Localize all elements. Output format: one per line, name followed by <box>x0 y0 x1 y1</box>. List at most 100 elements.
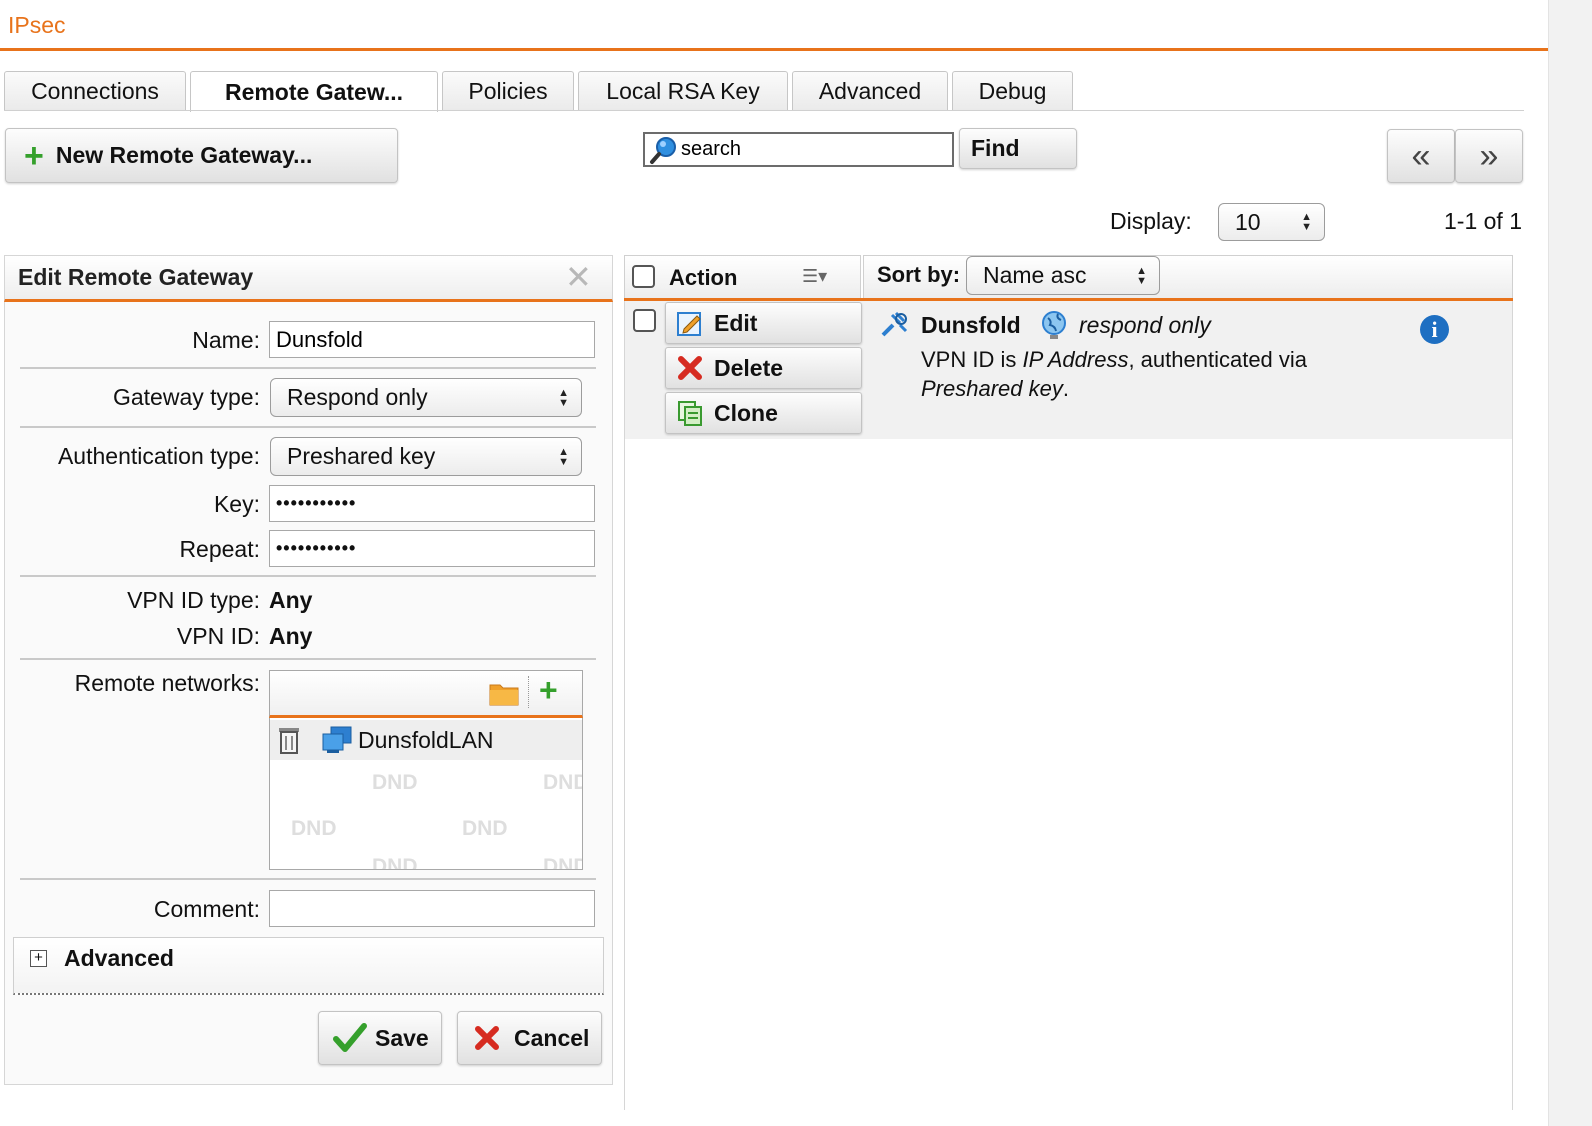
select-arrows-icon: ▲ ▼ <box>1136 264 1147 287</box>
sort-value: Name asc <box>983 262 1087 288</box>
cancel-button[interactable]: Cancel <box>457 1011 602 1065</box>
search-field[interactable] <box>643 132 954 167</box>
row-checkbox[interactable] <box>633 309 656 332</box>
double-chevron-left-icon: « <box>1411 136 1431 175</box>
network-item-label: DunsfoldLAN <box>358 727 494 753</box>
clone-icon <box>678 401 702 426</box>
divider <box>20 426 596 428</box>
trash-icon[interactable] <box>277 725 301 760</box>
gateway-mode: respond only <box>1079 312 1211 338</box>
repeat-label: Repeat: <box>179 536 260 562</box>
select-arrows-icon: ▲ ▼ <box>558 386 569 409</box>
edit-label: Edit <box>714 309 758 336</box>
key-field[interactable]: ••••••••••• <box>269 485 595 522</box>
delete-icon <box>678 356 702 380</box>
description-text: , authenticated via <box>1128 347 1308 372</box>
plus-icon: + <box>24 136 44 175</box>
dnd-watermark: DND <box>372 855 418 869</box>
divider <box>20 658 596 660</box>
divider <box>20 575 596 577</box>
sort-select[interactable]: Name asc ▲ ▼ <box>966 256 1160 295</box>
gateway-description: VPN ID is IP Address, authenticated via P… <box>921 345 1391 403</box>
name-label: Name: <box>192 327 260 353</box>
edit-icon <box>677 312 701 336</box>
divider <box>20 367 596 369</box>
sort-header <box>863 255 1513 299</box>
vpn-id-type-value: Any <box>269 587 313 613</box>
authentication-type-value: Preshared key <box>287 443 436 469</box>
description-vpn-id: IP Address <box>1022 347 1129 372</box>
tab-advanced[interactable]: Advanced <box>792 71 948 111</box>
remote-networks-label: Remote networks: <box>74 670 260 696</box>
tab-local-rsa-key[interactable]: Local RSA Key <box>578 71 788 111</box>
list-options-icon[interactable]: ☰▾ <box>802 266 827 287</box>
tabs-divider <box>4 110 1524 111</box>
save-label: Save <box>375 1024 429 1051</box>
new-remote-gateway-button[interactable]: + New Remote Gateway... <box>5 128 398 183</box>
find-label: Find <box>971 135 1020 161</box>
authentication-type-label: Authentication type: <box>57 443 260 469</box>
search-input[interactable] <box>679 138 949 161</box>
app-title: IPsec <box>8 12 66 38</box>
page-count: 1-1 of 1 <box>1444 208 1522 234</box>
delete-label: Delete <box>714 354 784 381</box>
close-red-icon <box>475 1026 499 1050</box>
folder-icon[interactable] <box>489 680 519 711</box>
header-divider <box>0 48 1548 51</box>
gateway-name[interactable]: Dunsfold <box>921 312 1021 339</box>
dnd-watermark: DND <box>291 817 337 840</box>
close-icon[interactable]: ✕ <box>565 258 592 296</box>
clone-button[interactable]: Clone <box>665 392 862 434</box>
vpn-id-value: Any <box>269 623 313 649</box>
description-text: VPN ID is <box>921 347 1023 372</box>
delete-button[interactable]: Delete <box>665 347 862 389</box>
save-button[interactable]: Save <box>318 1011 442 1065</box>
dnd-watermark: DND <box>462 817 508 840</box>
search-icon <box>650 136 676 164</box>
dnd-watermark: DND <box>543 771 582 794</box>
new-remote-gateway-label: New Remote Gateway... <box>55 142 313 168</box>
authentication-type-select[interactable]: Preshared key ▲ ▼ <box>270 437 582 476</box>
tab-remote-gateways[interactable]: Remote Gatew... <box>190 71 438 112</box>
divider <box>20 878 596 880</box>
repeat-key-field[interactable]: ••••••••••• <box>269 530 595 567</box>
double-chevron-right-icon: » <box>1479 136 1499 175</box>
remote-networks-toolbar <box>269 670 583 718</box>
select-all-checkbox[interactable] <box>632 265 655 288</box>
gateway-type-label: Gateway type: <box>112 384 260 410</box>
display-count-value: 10 <box>1235 208 1261 235</box>
description-text: . <box>1062 376 1069 401</box>
globe-icon <box>1040 310 1068 345</box>
gateway-icon <box>880 311 910 344</box>
drop-area[interactable]: DND DND DND DND DND DND <box>270 761 582 869</box>
key-label: Key: <box>213 491 260 517</box>
find-button[interactable]: Find <box>959 128 1077 169</box>
sort-by-label: Sort by: <box>877 262 961 287</box>
checkmark-icon <box>333 1023 367 1052</box>
dnd-watermark: DND <box>372 771 418 794</box>
gateway-type-value: Respond only <box>287 384 428 410</box>
dnd-watermark: DND <box>543 855 582 869</box>
gateway-type-select[interactable]: Respond only ▲ ▼ <box>270 378 582 417</box>
tab-debug[interactable]: Debug <box>952 71 1073 111</box>
previous-page-button[interactable]: « <box>1387 129 1455 183</box>
display-count-select[interactable]: 10 ▲ ▼ <box>1218 203 1325 241</box>
description-auth: Preshared key <box>921 376 1063 401</box>
edit-panel-title: Edit Remote Gateway <box>18 264 254 290</box>
advanced-section-label[interactable]: Advanced <box>64 945 174 972</box>
cancel-label: Cancel <box>514 1024 590 1051</box>
name-field[interactable] <box>269 321 595 358</box>
info-icon[interactable]: i <box>1420 315 1449 344</box>
tab-policies[interactable]: Policies <box>442 71 574 111</box>
expand-icon[interactable]: + <box>30 950 47 967</box>
vpn-id-label: VPN ID: <box>176 623 260 649</box>
next-page-button[interactable]: » <box>1455 129 1523 183</box>
display-label: Display: <box>1110 208 1192 234</box>
add-network-icon[interactable]: + <box>539 672 558 709</box>
window-edge <box>1548 0 1592 1126</box>
comment-field[interactable] <box>269 890 595 927</box>
edit-button[interactable]: Edit <box>665 302 862 344</box>
toolbar-separator <box>528 676 529 708</box>
clone-label: Clone <box>714 399 778 426</box>
tab-connections[interactable]: Connections <box>4 71 186 111</box>
